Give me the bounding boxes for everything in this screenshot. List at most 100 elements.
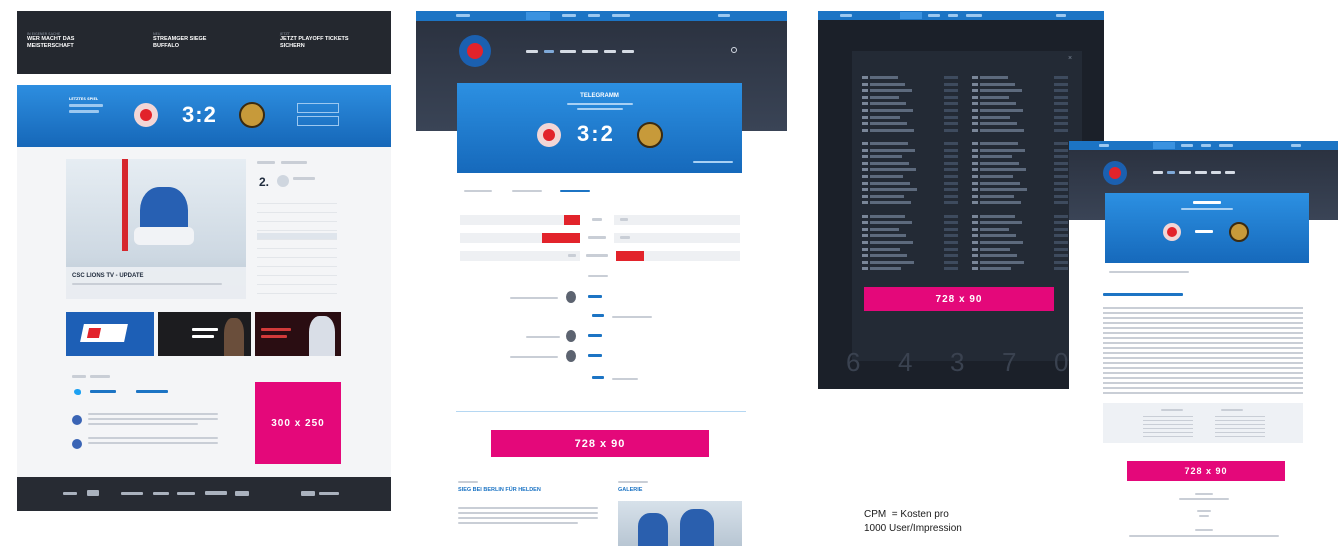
- nav-item[interactable]: [840, 14, 852, 17]
- close-icon[interactable]: ×: [1068, 55, 1072, 62]
- roster-row[interactable]: [862, 266, 958, 271]
- roster-row[interactable]: [972, 82, 1068, 87]
- social-tab[interactable]: [72, 375, 86, 378]
- nav-item[interactable]: [1181, 144, 1193, 147]
- nav-item[interactable]: [612, 14, 630, 17]
- roster-row[interactable]: [972, 161, 1068, 166]
- main-nav-item[interactable]: [1225, 171, 1235, 174]
- main-nav-item[interactable]: [1167, 171, 1175, 174]
- table-row[interactable]: [257, 251, 337, 258]
- table-row[interactable]: [257, 215, 337, 222]
- main-nav-item[interactable]: [604, 50, 616, 53]
- tab-overview[interactable]: [464, 190, 492, 192]
- roster-row[interactable]: [972, 233, 1068, 238]
- nav-item[interactable]: [1291, 144, 1301, 147]
- roster-row[interactable]: [972, 115, 1068, 120]
- roster-row[interactable]: [862, 121, 958, 126]
- roster-row[interactable]: [862, 181, 958, 186]
- main-nav-item[interactable]: [1211, 171, 1221, 174]
- roster-row[interactable]: [862, 220, 958, 225]
- nav-item[interactable]: [562, 14, 576, 17]
- nav-item[interactable]: [928, 14, 940, 17]
- roster-row[interactable]: [862, 148, 958, 153]
- table-row[interactable]: [257, 278, 337, 285]
- hero-button[interactable]: [297, 116, 339, 126]
- promo-banner-2[interactable]: [158, 312, 251, 356]
- promo-banner-3[interactable]: [255, 312, 341, 356]
- table-row[interactable]: [257, 206, 337, 213]
- nav-item[interactable]: [1056, 14, 1066, 17]
- roster-row[interactable]: [862, 233, 958, 238]
- roster-row[interactable]: [862, 75, 958, 80]
- roster-row[interactable]: [972, 101, 1068, 106]
- standings-tab[interactable]: [257, 161, 275, 164]
- ad-728x90[interactable]: 728 x 90: [491, 430, 709, 457]
- roster-row[interactable]: [972, 174, 1068, 179]
- article-teaser[interactable]: SIEG BEI BERLIN FÜR HELDEN: [458, 481, 608, 541]
- table-row[interactable]: [257, 224, 337, 231]
- roster-row[interactable]: [972, 167, 1068, 172]
- roster-row[interactable]: [862, 227, 958, 232]
- main-nav-item[interactable]: [526, 50, 538, 53]
- roster-row[interactable]: [972, 95, 1068, 100]
- tab-stats[interactable]: [560, 190, 590, 192]
- main-nav-item[interactable]: [544, 50, 554, 53]
- roster-row[interactable]: [862, 161, 958, 166]
- ad-728x90[interactable]: 728 x 90: [1127, 461, 1285, 481]
- standings-tab[interactable]: [281, 161, 307, 164]
- ad-728x90[interactable]: 728 x 90: [864, 287, 1054, 311]
- roster-row[interactable]: [862, 154, 958, 159]
- table-row[interactable]: [257, 287, 337, 294]
- roster-row[interactable]: [972, 260, 1068, 265]
- nav-item[interactable]: [948, 14, 958, 17]
- roster-row[interactable]: [972, 220, 1068, 225]
- roster-row[interactable]: [862, 95, 958, 100]
- nav-item[interactable]: [1099, 144, 1109, 147]
- tab-lineup[interactable]: [512, 190, 542, 192]
- table-row[interactable]: [257, 269, 337, 276]
- nav-item[interactable]: [966, 14, 982, 17]
- main-nav-item[interactable]: [1179, 171, 1191, 174]
- roster-row[interactable]: [862, 167, 958, 172]
- nav-item[interactable]: [718, 14, 730, 17]
- table-row[interactable]: [257, 197, 337, 204]
- ad-300x250[interactable]: 300 x 250: [255, 382, 341, 464]
- news-teaser-3[interactable]: JETZT JETZT PLAYOFF TICKETS SICHERN: [280, 32, 380, 50]
- roster-row[interactable]: [862, 115, 958, 120]
- roster-row[interactable]: [972, 148, 1068, 153]
- news-teaser-1[interactable]: IN EIGENER SACHE WER MACHT DAS MEISTERSC…: [27, 32, 127, 50]
- roster-row[interactable]: [972, 187, 1068, 192]
- roster-row[interactable]: [972, 266, 1068, 271]
- nav-item[interactable]: [1219, 144, 1233, 147]
- news-teaser-2[interactable]: NEU STREAMGER SIEGE BUFFALO: [153, 32, 253, 50]
- table-row[interactable]: [257, 260, 337, 267]
- roster-row[interactable]: [972, 75, 1068, 80]
- roster-row[interactable]: [972, 247, 1068, 252]
- roster-row[interactable]: [972, 128, 1068, 133]
- roster-row[interactable]: [972, 121, 1068, 126]
- nav-item[interactable]: [1201, 144, 1211, 147]
- video-player[interactable]: CSC LIONS TV - UPDATE: [66, 159, 246, 299]
- nav-item-active[interactable]: [526, 12, 550, 20]
- table-row[interactable]: [257, 233, 337, 240]
- nav-item-active[interactable]: [900, 12, 922, 19]
- roster-row[interactable]: [862, 253, 958, 258]
- roster-row[interactable]: [862, 174, 958, 179]
- hero-button[interactable]: [297, 103, 339, 113]
- gallery-teaser[interactable]: GALERIE: [618, 481, 748, 546]
- roster-row[interactable]: [972, 253, 1068, 258]
- roster-row[interactable]: [972, 214, 1068, 219]
- roster-row[interactable]: [972, 141, 1068, 146]
- main-nav-item[interactable]: [622, 50, 634, 53]
- roster-row[interactable]: [972, 200, 1068, 205]
- roster-row[interactable]: [862, 260, 958, 265]
- roster-row[interactable]: [862, 141, 958, 146]
- breadcrumb[interactable]: [1109, 271, 1189, 273]
- roster-row[interactable]: [862, 247, 958, 252]
- roster-row[interactable]: [972, 227, 1068, 232]
- nav-item[interactable]: [588, 14, 600, 17]
- roster-row[interactable]: [862, 88, 958, 93]
- roster-row[interactable]: [862, 101, 958, 106]
- roster-row[interactable]: [972, 240, 1068, 245]
- roster-row[interactable]: [862, 214, 958, 219]
